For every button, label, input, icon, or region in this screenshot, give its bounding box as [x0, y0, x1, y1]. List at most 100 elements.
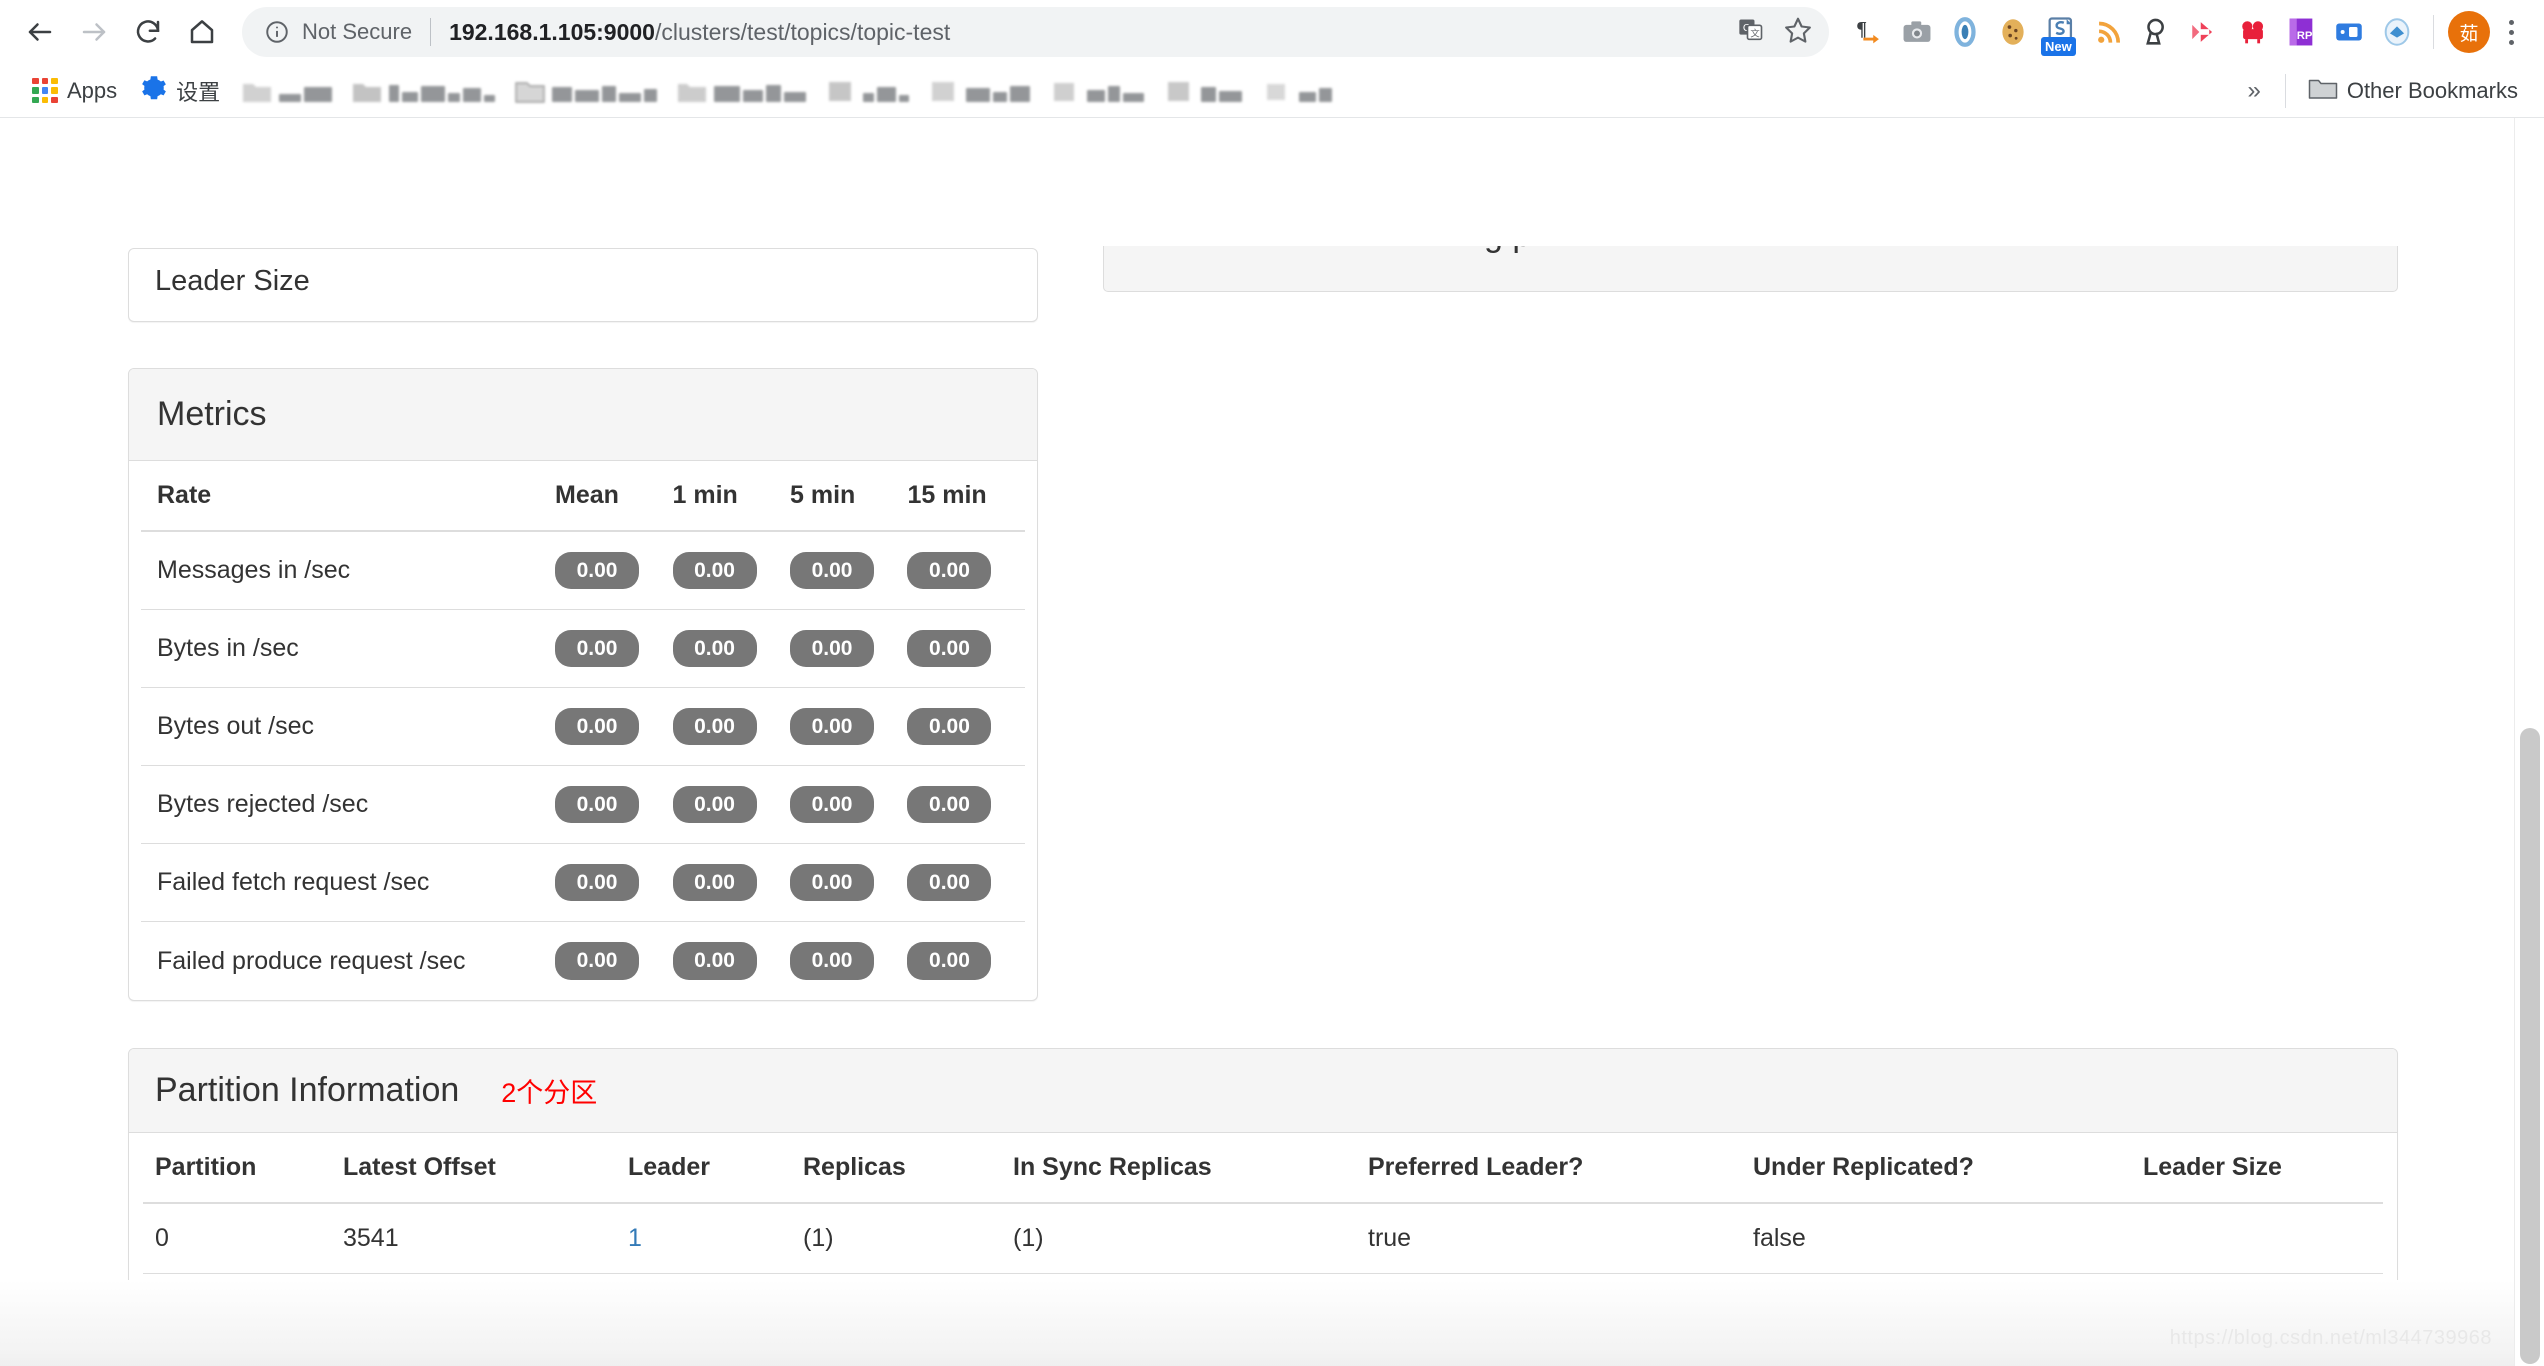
- bookmarks-overflow-button[interactable]: »: [2233, 77, 2274, 105]
- bookmark-redacted[interactable]: [1154, 70, 1252, 112]
- gear-icon: [141, 75, 167, 106]
- status-badge: 0.00: [907, 864, 992, 902]
- partition-latest-offset: 3541: [343, 1224, 399, 1252]
- page-icon: [932, 81, 955, 101]
- bookmark-redacted-label: [279, 80, 333, 102]
- omnibox-divider: [430, 18, 432, 46]
- metric-value: 0.00: [555, 843, 673, 922]
- clipped-panel-top-right: g p: [1103, 246, 2398, 292]
- folder-icon: [678, 83, 707, 102]
- bookmark-redacted[interactable]: [342, 70, 505, 112]
- bookmark-redacted[interactable]: [232, 70, 342, 112]
- metric-value: 0.00: [672, 921, 790, 1000]
- bookmark-redacted[interactable]: [816, 70, 919, 112]
- metric-value: 0.00: [555, 531, 672, 610]
- reload-icon[interactable]: [122, 6, 174, 58]
- security-status-label[interactable]: Not Secure: [302, 19, 412, 45]
- rss-feed-icon[interactable]: [2087, 10, 2131, 54]
- camera-icon[interactable]: [1895, 10, 1939, 54]
- partition-leader-link[interactable]: 1: [628, 1224, 642, 1252]
- bookmark-redacted[interactable]: [1252, 70, 1342, 112]
- bookmark-redacted[interactable]: [505, 70, 667, 112]
- table-row: Bytes rejected /sec 0.00 0.00 0.00 0.00: [141, 765, 1025, 844]
- scrollbar-thumb[interactable]: [2520, 728, 2540, 1364]
- avatar[interactable]: 茹: [2448, 11, 2490, 53]
- metric-rate-label: Failed fetch request /sec: [141, 843, 556, 922]
- folder-icon: [353, 83, 382, 102]
- forward-arrow-icon[interactable]: [68, 6, 120, 58]
- table-row: Bytes in /sec 0.00 0.00 0.00 0.00: [141, 609, 1025, 688]
- bookmark-redacted-label: [863, 80, 910, 102]
- partition-replicas: (1): [803, 1224, 834, 1252]
- metric-rate-label: Bytes rejected /sec: [141, 765, 556, 844]
- bookmarks-divider: [2284, 73, 2286, 108]
- partition-preferred-leader: true: [1368, 1224, 1412, 1252]
- vertical-scrollbar[interactable]: [2514, 118, 2544, 1366]
- kebab-menu-icon[interactable]: [2494, 10, 2528, 54]
- status-badge: 0.00: [555, 630, 640, 668]
- metrics-col-rate: Rate: [141, 461, 556, 532]
- address-bar[interactable]: Not Secure 192.168.1.105:9000/clusters/t…: [242, 7, 1829, 57]
- play-speed-icon[interactable]: [2183, 10, 2227, 54]
- status-badge: 0.00: [790, 708, 874, 746]
- home-icon[interactable]: [176, 6, 228, 58]
- metric-value: 0.00: [555, 609, 673, 688]
- page-icon: [1267, 83, 1286, 100]
- partition-col-under-replicated: Under Replicated?: [1753, 1133, 2143, 1204]
- metric-value: 0.00: [907, 921, 1025, 1000]
- status-badge: 0.00: [555, 864, 640, 902]
- back-arrow-icon[interactable]: [14, 6, 66, 58]
- partition-col-preferred-leader: Preferred Leader?: [1368, 1133, 1753, 1204]
- bookmark-apps[interactable]: Apps: [20, 70, 129, 112]
- bookmark-other-bookmarks[interactable]: Other Bookmarks: [2296, 70, 2530, 112]
- status-badge: 0.00: [790, 552, 874, 590]
- translate-icon[interactable]: G文: [1737, 16, 1765, 49]
- kafka-manager-topic-page: g p Leader Size Metrics Rate Mean 1 min: [0, 118, 2514, 1366]
- metric-value: 0.00: [555, 921, 673, 1000]
- table-row: Failed produce request /sec 0.00 0.00 0.…: [141, 921, 1025, 1000]
- info-circle-icon[interactable]: [264, 19, 290, 45]
- metric-value: 0.00: [672, 531, 790, 610]
- metric-value: 0.00: [790, 843, 908, 922]
- status-badge: 0.00: [555, 942, 640, 980]
- page-viewport: g p Leader Size Metrics Rate Mean 1 min: [0, 118, 2544, 1366]
- status-badge: 0.00: [672, 708, 757, 746]
- rp-purple-icon[interactable]: RP: [2279, 10, 2323, 54]
- partition-header-row: Partition Latest Offset Leader Replicas …: [143, 1133, 2383, 1204]
- screenshot-s-icon[interactable]: New: [2039, 10, 2083, 56]
- bookmark-redacted[interactable]: [919, 70, 1040, 112]
- star-icon[interactable]: [1783, 15, 1813, 50]
- metrics-header-row: Rate Mean 1 min 5 min 15 min: [141, 461, 1025, 532]
- status-badge: 0.00: [907, 552, 992, 590]
- status-badge: 0.00: [555, 786, 640, 824]
- light-blue-bird-icon[interactable]: [2375, 10, 2419, 54]
- partition-col-leader: Leader: [628, 1133, 803, 1204]
- metric-value: 0.00: [672, 687, 790, 766]
- status-badge: 0.00: [672, 552, 757, 590]
- table-row: Bytes out /sec 0.00 0.00 0.00 0.00: [141, 687, 1025, 766]
- metric-value: 0.00: [555, 765, 673, 844]
- status-badge: 0.00: [790, 630, 874, 668]
- red-camcorder-icon[interactable]: [2231, 10, 2275, 54]
- status-badge: 0.00: [907, 942, 992, 980]
- metric-value: 0.00: [555, 687, 673, 766]
- clipped-panel-title: g p: [1484, 246, 1531, 255]
- cookie-icon[interactable]: [1991, 10, 2035, 54]
- blue-tab-icon[interactable]: [2327, 10, 2371, 54]
- bookmark-settings[interactable]: 设置: [129, 70, 232, 112]
- blue-swirl-icon[interactable]: [1943, 10, 1987, 54]
- folder-icon: [515, 81, 545, 103]
- table-row: 0 3541 1 (1) (1) true false: [143, 1203, 2383, 1274]
- metrics-col-5min: 5 min: [790, 461, 908, 532]
- metric-value: 0.00: [907, 843, 1025, 922]
- bookmark-redacted[interactable]: [1040, 70, 1154, 112]
- pilcrow-arrow-icon[interactable]: ¶: [1847, 10, 1891, 54]
- url-text[interactable]: 192.168.1.105:9000/clusters/test/topics/…: [449, 19, 1723, 46]
- partition-id: 0: [155, 1224, 169, 1252]
- folder-icon: [243, 83, 272, 102]
- bookmark-redacted-label: [552, 80, 658, 102]
- bookmark-redacted[interactable]: [667, 70, 816, 112]
- browser-window: Not Secure 192.168.1.105:9000/clusters/t…: [0, 0, 2544, 1366]
- leader-size-card: Leader Size: [128, 248, 1038, 322]
- magnifier-person-icon[interactable]: [2135, 10, 2179, 54]
